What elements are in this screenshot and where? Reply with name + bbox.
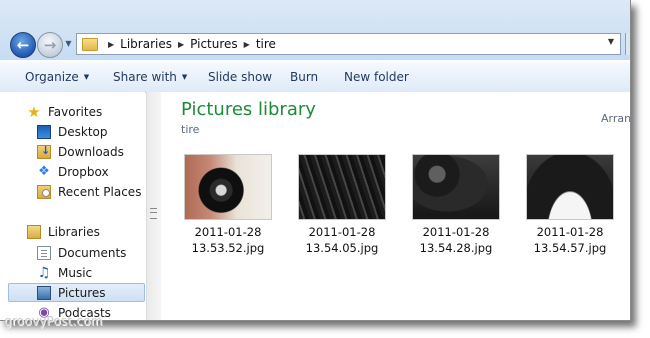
chevron-down-icon: ▼ — [83, 73, 90, 81]
file-item[interactable]: 2011-01-28 13.54.05.jpg — [292, 154, 392, 256]
sidebar-item-desktop[interactable]: Desktop — [37, 122, 108, 141]
sidebar-item-label: Desktop — [58, 124, 108, 139]
documents-icon — [37, 245, 51, 260]
libraries-icon — [27, 224, 41, 239]
command-bar: Organize ▼ Share with ▼ Slide show Burn Ne… — [0, 61, 630, 93]
forward-arrow-icon: → — [43, 35, 57, 54]
file-name-line: 2011-01-28 — [536, 225, 604, 239]
new-folder-button[interactable]: New folder — [344, 70, 409, 84]
file-name: 2011-01-28 13.54.05.jpg — [292, 224, 392, 256]
chevron-right-icon[interactable]: ▶ — [244, 40, 250, 49]
pictures-icon — [37, 285, 51, 300]
folder-icon — [82, 37, 98, 51]
file-name-line: 2011-01-28 — [422, 225, 490, 239]
star-icon: ★ — [27, 102, 41, 121]
explorer-window: ← → ▼ ▶ Libraries ▶ Pictures ▶ tire ▼ Or… — [0, 0, 631, 321]
sidebar-item-label: Music — [58, 265, 93, 280]
page-title: Pictures library — [181, 99, 316, 120]
organize-label: Organize — [25, 70, 79, 84]
sidebar-item-dropbox[interactable]: ❖ Dropbox — [37, 162, 109, 181]
sidebar-item-label: Downloads — [58, 144, 124, 159]
sidebar-item-recent-places[interactable]: Recent Places — [37, 182, 141, 201]
address-box[interactable]: ▶ Libraries ▶ Pictures ▶ tire ▼ — [76, 33, 621, 55]
share-with-menu[interactable]: Share with ▼ — [113, 70, 187, 84]
sidebar-item-label: Pictures — [58, 285, 106, 300]
breadcrumb-pictures[interactable]: Pictures — [190, 37, 238, 51]
arrange-by-menu[interactable]: Arran — [601, 112, 630, 125]
tire-photo-thumbnail[interactable] — [526, 154, 614, 220]
sidebar-item-label: Documents — [58, 245, 127, 260]
recent-pages-dropdown[interactable]: ▼ — [64, 39, 73, 48]
chevron-right-icon[interactable]: ▶ — [108, 40, 114, 49]
forward-button[interactable]: → — [37, 32, 63, 58]
libraries-label: Libraries — [48, 224, 100, 239]
address-bar-area: ← → ▼ ▶ Libraries ▶ Pictures ▶ tire ▼ — [0, 0, 630, 60]
chevron-down-icon: ▼ — [181, 73, 188, 81]
file-item[interactable]: 2011-01-28 13.54.57.jpg — [520, 154, 620, 256]
file-name-line: 13.54.28.jpg — [419, 241, 493, 255]
file-name-line: 2011-01-28 — [308, 225, 376, 239]
file-item[interactable]: 2011-01-28 13.53.52.jpg — [178, 154, 278, 256]
sidebar-item-music[interactable]: ♫ Music — [37, 263, 92, 282]
file-name: 2011-01-28 13.53.52.jpg — [178, 224, 278, 256]
back-arrow-icon: ← — [16, 35, 30, 54]
sidebar-scrollbar[interactable] — [146, 92, 161, 320]
breadcrumb-libraries[interactable]: Libraries — [120, 37, 172, 51]
sidebar-libraries[interactable]: Libraries — [27, 222, 100, 241]
sidebar-item-documents[interactable]: Documents — [37, 243, 126, 262]
file-name: 2011-01-28 13.54.28.jpg — [406, 224, 506, 256]
refresh-button[interactable] — [625, 33, 630, 55]
file-name-line: 2011-01-28 — [194, 225, 262, 239]
file-name-line: 13.53.52.jpg — [191, 241, 265, 255]
navigation-pane: ★ Favorites Desktop Downloads ❖ Dropbox … — [0, 92, 145, 320]
sidebar-item-pictures[interactable]: Pictures — [8, 283, 145, 302]
back-button[interactable]: ← — [10, 32, 36, 58]
sidebar-item-downloads[interactable]: Downloads — [37, 142, 124, 161]
organize-menu[interactable]: Organize ▼ — [25, 70, 89, 84]
breadcrumb-tire[interactable]: tire — [256, 37, 276, 51]
address-history-dropdown-icon[interactable]: ▼ — [608, 37, 614, 46]
page-subtitle: tire — [181, 123, 200, 136]
chevron-right-icon[interactable]: ▶ — [178, 40, 184, 49]
share-with-label: Share with — [113, 70, 177, 84]
dropbox-icon: ❖ — [38, 163, 50, 179]
slide-show-button[interactable]: Slide show — [208, 70, 272, 84]
file-name: 2011-01-28 13.54.57.jpg — [520, 224, 620, 256]
content-pane: Pictures library tire Arran 2011-01-28 13… — [161, 92, 630, 320]
sidebar-item-label: Recent Places — [58, 184, 142, 199]
downloads-folder-icon — [37, 144, 51, 159]
watermark: groovyPost.com — [4, 314, 103, 328]
scroll-grip-icon[interactable] — [150, 208, 157, 219]
sidebar-item-label: Dropbox — [58, 164, 109, 179]
file-name-line: 13.54.05.jpg — [305, 241, 379, 255]
desktop-icon — [37, 124, 51, 139]
tire-photo-thumbnail[interactable] — [412, 154, 500, 220]
recent-places-icon — [37, 184, 51, 199]
burn-button[interactable]: Burn — [290, 70, 318, 84]
file-name-line: 13.54.57.jpg — [533, 241, 607, 255]
file-item[interactable]: 2011-01-28 13.54.28.jpg — [406, 154, 506, 256]
sidebar-favorites[interactable]: ★ Favorites — [27, 102, 102, 121]
tire-photo-thumbnail[interactable] — [298, 154, 386, 220]
music-icon: ♫ — [37, 264, 51, 281]
favorites-label: Favorites — [48, 104, 103, 119]
tire-photo-thumbnail[interactable] — [184, 154, 272, 220]
